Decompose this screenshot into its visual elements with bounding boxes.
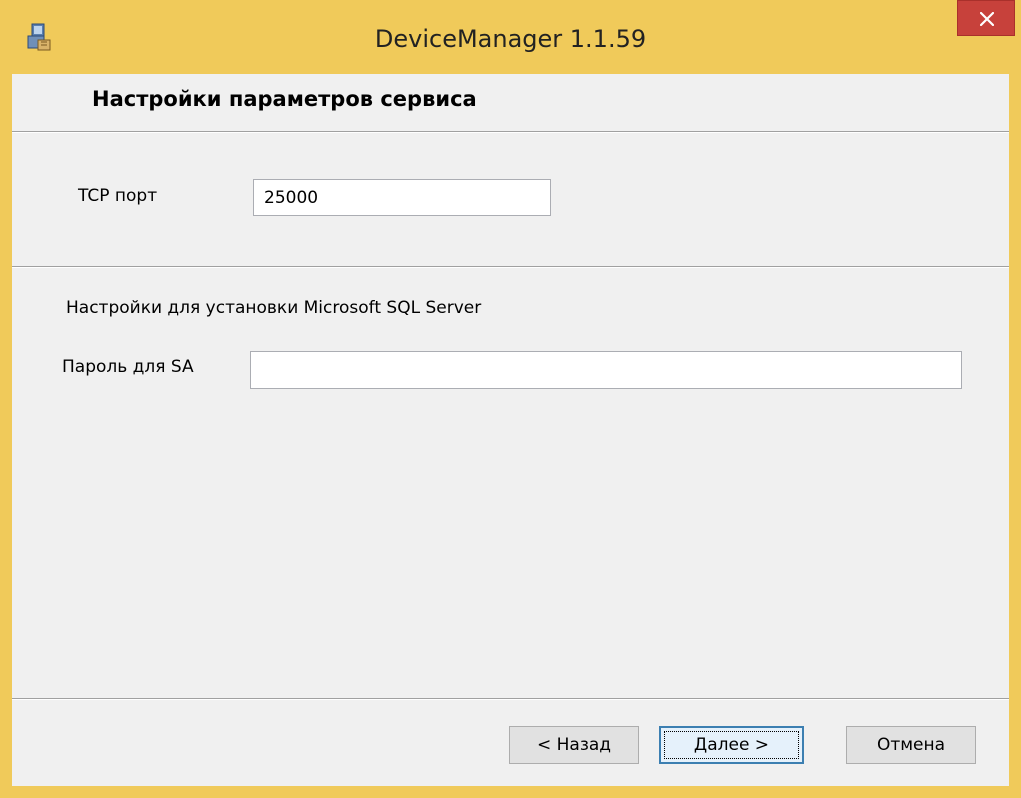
sql-section-label: Настройки для установки Microsoft SQL Se…	[66, 298, 482, 318]
next-button[interactable]: Далее >	[659, 726, 804, 764]
wizard-client-area: Настройки параметров сервиса TCP порт На…	[12, 74, 1009, 786]
window-title: DeviceManager 1.1.59	[374, 25, 647, 53]
page-title: Настройки параметров сервиса	[92, 87, 477, 111]
back-button-label: < Назад	[536, 735, 612, 755]
cancel-button-label: Отмена	[876, 735, 946, 755]
focus-rect	[664, 731, 799, 759]
sa-password-input[interactable]	[250, 351, 962, 389]
sa-password-label: Пароль для SA	[62, 357, 194, 377]
footer-divider	[12, 698, 1009, 700]
cancel-button[interactable]: Отмена	[846, 726, 976, 764]
wizard-header: Настройки параметров сервиса	[12, 74, 1009, 131]
close-button[interactable]	[957, 0, 1015, 36]
section-divider	[12, 266, 1009, 268]
header-divider	[12, 131, 1009, 133]
title-bar[interactable]: DeviceManager 1.1.59	[0, 0, 1021, 74]
tcp-port-label: TCP порт	[78, 186, 158, 206]
tcp-port-input[interactable]	[253, 179, 551, 216]
back-button[interactable]: < Назад	[509, 726, 639, 764]
installer-window: DeviceManager 1.1.59 Настройки параметро…	[0, 0, 1021, 798]
close-icon	[980, 12, 994, 26]
